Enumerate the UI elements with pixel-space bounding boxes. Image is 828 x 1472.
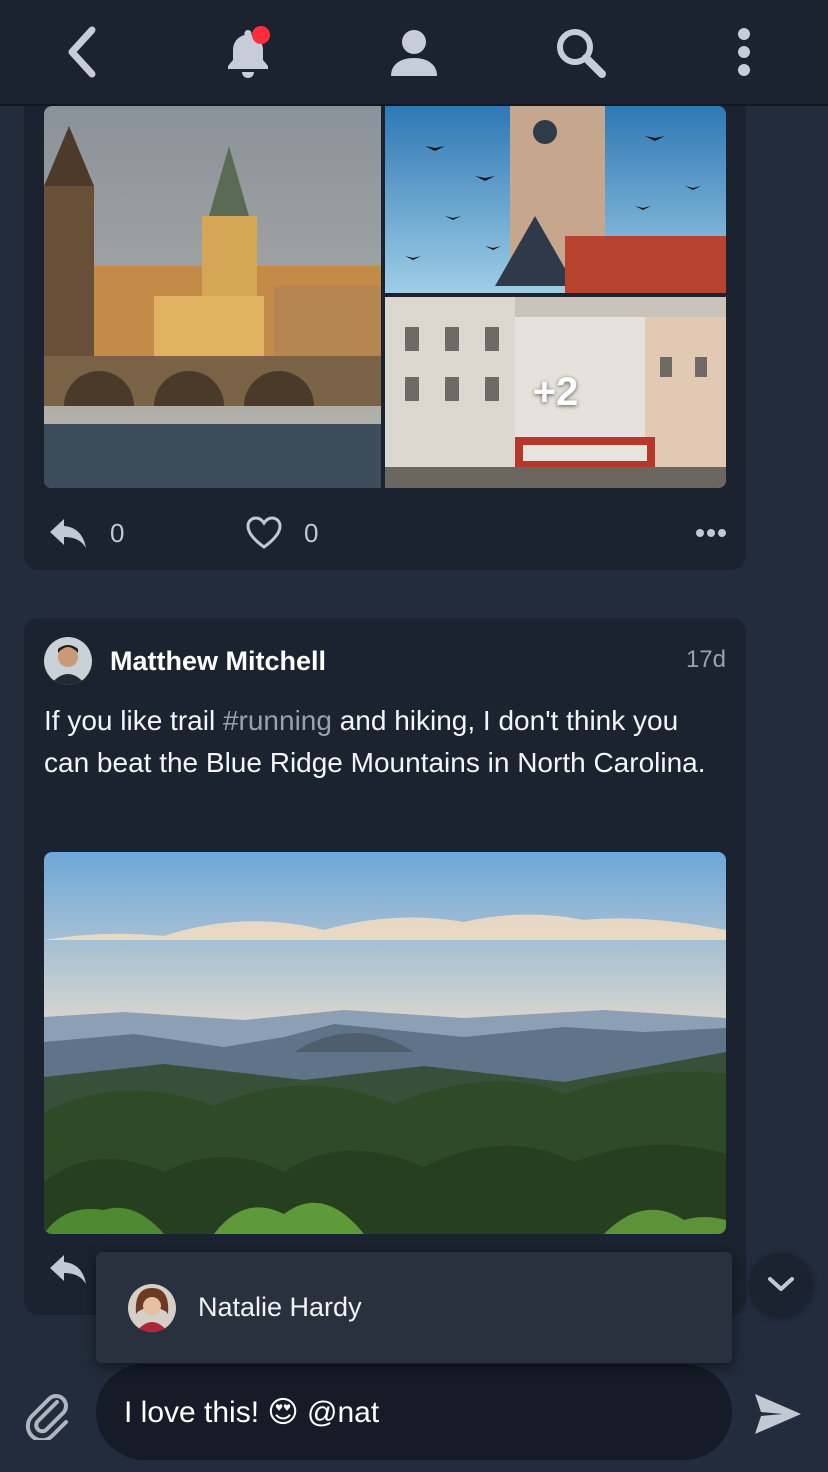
search-icon <box>557 29 606 78</box>
like-button[interactable]: 0 <box>246 508 318 558</box>
send-button[interactable] <box>748 1384 808 1444</box>
post-card: Matthew Mitchell 17d If you like trail #… <box>24 618 746 1315</box>
author-avatar[interactable] <box>44 637 92 685</box>
author-name[interactable]: Matthew Mitchell <box>110 646 326 677</box>
reply-button[interactable] <box>48 1244 88 1294</box>
notifications-button[interactable] <box>218 22 278 82</box>
gallery-photo-street-tram[interactable]: +2 <box>385 297 726 488</box>
top-app-bar <box>0 0 828 106</box>
post-text: If you like trail <box>44 705 223 736</box>
back-arrow-icon <box>68 26 96 78</box>
person-icon <box>391 30 437 76</box>
gallery-photo-clock-tower[interactable] <box>385 106 726 293</box>
more-vertical-icon <box>738 28 750 76</box>
gallery-photo-bridge[interactable] <box>44 106 381 488</box>
post-body: If you like trail #running and hiking, I… <box>44 700 714 784</box>
suggestion-name: Natalie Hardy <box>198 1292 362 1322</box>
suggestion-avatar <box>128 1283 176 1332</box>
post-card: +2 0 0 <box>24 60 746 570</box>
more-horizontal-icon <box>696 529 726 537</box>
comment-input-value: I love this! 😍 @nat <box>124 1395 380 1429</box>
post-header: Matthew Mitchell 17d <box>44 634 726 688</box>
mention-suggestion-item[interactable]: Natalie Hardy <box>96 1252 732 1363</box>
heart-icon <box>246 516 282 549</box>
reply-icon <box>50 1255 86 1284</box>
notification-badge <box>252 26 270 44</box>
reply-button[interactable]: 0 <box>48 508 124 558</box>
send-icon <box>755 1394 801 1434</box>
chevron-down-icon <box>768 1277 794 1291</box>
scroll-to-bottom-button[interactable] <box>750 1253 812 1315</box>
post-image-mountains[interactable] <box>44 852 726 1234</box>
attach-button[interactable] <box>18 1384 78 1444</box>
back-button[interactable] <box>52 22 112 82</box>
post-actions: 0 0 <box>44 508 726 558</box>
reply-count: 0 <box>110 517 125 548</box>
reply-icon <box>50 519 86 548</box>
overflow-menu-button[interactable] <box>714 22 774 82</box>
comment-composer: I love this! 😍 @nat <box>0 1364 828 1472</box>
comment-input[interactable]: I love this! 😍 @nat <box>96 1364 732 1460</box>
post-timestamp: 17d <box>685 646 726 673</box>
hashtag-link[interactable]: #running <box>223 705 332 736</box>
more-photos-count: +2 <box>532 370 579 414</box>
paperclip-icon <box>25 1394 68 1440</box>
post-more-button[interactable] <box>696 508 726 558</box>
like-count: 0 <box>304 517 319 548</box>
photo-gallery[interactable]: +2 <box>44 106 726 488</box>
search-button[interactable] <box>550 22 610 82</box>
profile-button[interactable] <box>384 22 444 82</box>
